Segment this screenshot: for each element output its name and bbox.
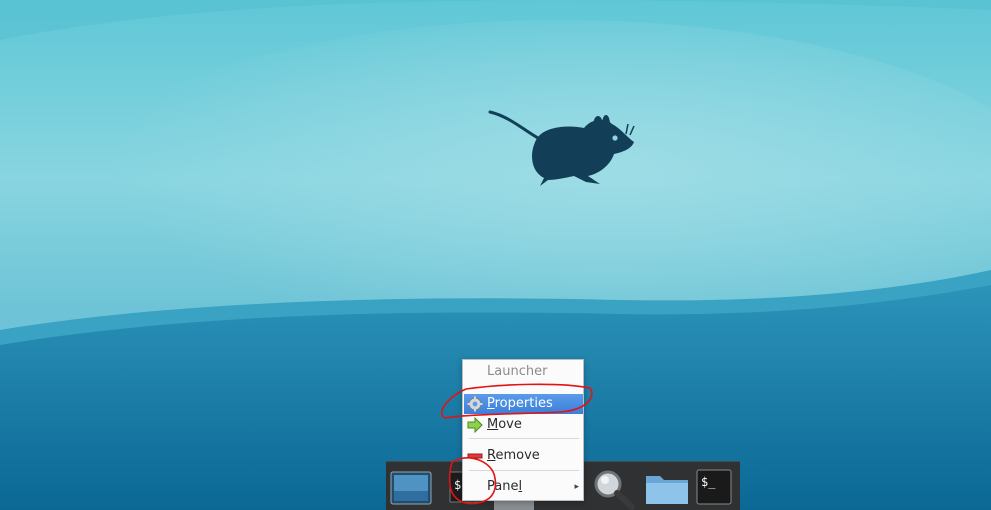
move-arrow-icon	[467, 417, 483, 433]
menu-header: Launcher	[487, 364, 548, 379]
launcher-context-menu: Launcher Properties Move Remove Panel ▸	[462, 359, 584, 501]
show-desktop-launcher[interactable]	[390, 471, 432, 505]
menu-separator	[469, 470, 579, 471]
svg-text:$: $	[454, 478, 461, 492]
app-finder-launcher[interactable]	[590, 466, 638, 510]
terminal-launcher[interactable]: $_	[696, 469, 732, 505]
menu-item-remove[interactable]: Remove	[464, 446, 583, 466]
menu-item-properties[interactable]: Properties	[464, 394, 583, 414]
file-manager-launcher[interactable]	[644, 470, 690, 506]
svg-text:$_: $_	[701, 475, 716, 489]
xfce-mouse-logo	[488, 110, 635, 186]
magnifier-icon	[594, 470, 635, 510]
menu-item-panel[interactable]: Panel ▸	[464, 477, 583, 497]
desktop[interactable]: $ $_ Launcher Properties Move Remove Pan…	[0, 0, 991, 510]
menu-item-move[interactable]: Move	[464, 415, 583, 435]
folder-icon	[646, 476, 688, 504]
desktop-icon	[390, 471, 432, 505]
submenu-arrow-icon: ▸	[574, 482, 579, 492]
remove-icon	[467, 453, 483, 459]
gear-icon	[467, 396, 483, 412]
terminal-icon: $_	[696, 469, 732, 505]
menu-separator	[469, 438, 579, 439]
